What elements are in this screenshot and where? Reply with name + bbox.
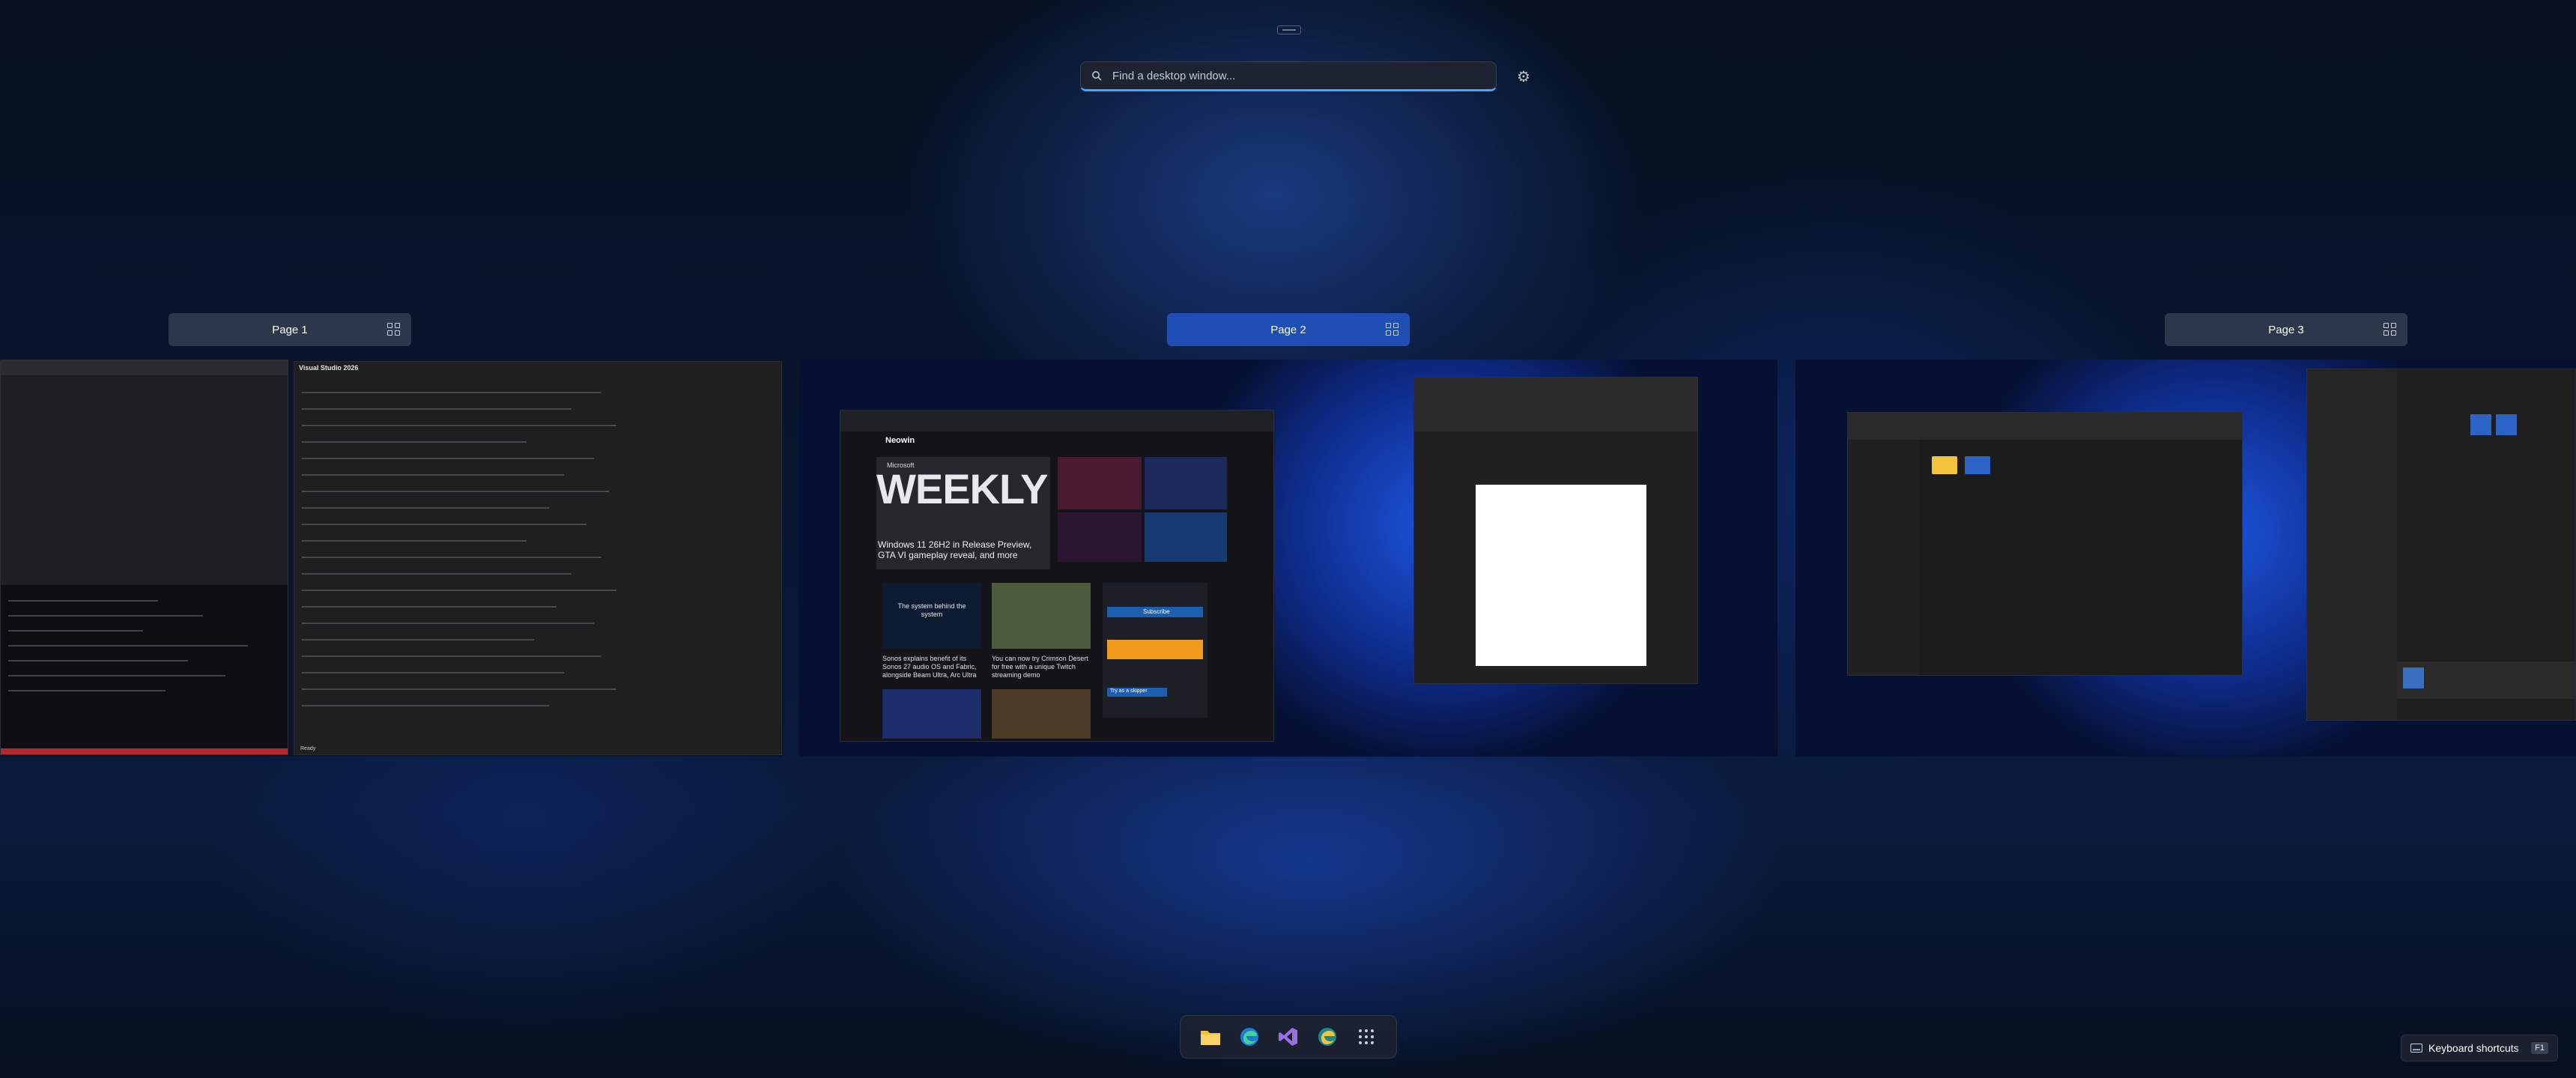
page-label: Page 1 [272,323,308,336]
subscribe-button[interactable]: Subscribe [1143,608,1170,615]
edge-canary-icon[interactable] [1315,1025,1339,1049]
banner-big: WEEKLY [876,465,1048,512]
app-grid-icon[interactable] [1354,1025,1378,1049]
visual-studio-window[interactable]: Visual Studio 2026 Ready [294,361,782,755]
page-header-1[interactable]: Page 1 [169,313,411,346]
headline[interactable]: Windows 11 26H2 in Release Preview, GTA … [878,539,1050,560]
page-label: Page 3 [2268,323,2304,336]
outlook-window[interactable] [2306,369,2576,721]
paint-window[interactable] [1413,377,1698,684]
edge-browser-window[interactable]: Neowin Microsoft WEEKLY Windows 11 26H2 … [840,410,1274,742]
visual-studio-icon[interactable] [1276,1025,1300,1049]
file-explorer-icon[interactable] [1198,1025,1222,1049]
page-label: Page 2 [1270,323,1306,336]
try-button[interactable]: Try as a skipper [1110,688,1148,694]
terminal-window[interactable] [0,360,288,755]
card2-caption[interactable]: You can now try Crimson Desert for free … [992,655,1097,679]
site-logo[interactable]: Neowin [885,436,915,445]
grid-icon[interactable] [2383,323,2397,336]
keyboard-shortcuts-button[interactable]: Keyboard shortcuts F1 [2401,1035,2558,1062]
keyboard-icon [2410,1044,2422,1053]
search-input[interactable] [1111,68,1473,83]
card1-caption[interactable]: Sonos explains benefit of its Sonos 27 a… [882,655,986,679]
grid-icon[interactable] [387,323,401,336]
app-dock [1180,1015,1397,1059]
paint-canvas[interactable] [1476,485,1646,666]
window-title: Visual Studio 2026 [299,364,359,372]
status-text: Ready [300,746,316,751]
desktop-preview-page-3[interactable] [1795,360,2576,757]
desktop-preview-page-2[interactable]: Neowin Microsoft WEEKLY Windows 11 26H2 … [799,360,1778,757]
edge-icon[interactable] [1237,1025,1261,1049]
file-explorer-window[interactable] [1847,412,2243,676]
keyboard-shortcuts-label: Keyboard shortcuts [2428,1042,2519,1054]
page-header-2[interactable]: Page 2 [1167,313,1410,346]
search-icon [1092,71,1102,81]
card1-title[interactable]: The system behind the system [890,602,974,619]
gear-icon[interactable]: ⚙ [1514,67,1533,86]
shortcut-key: F1 [2531,1042,2548,1054]
search-box[interactable] [1080,61,1497,91]
drag-handle[interactable] [1277,25,1301,34]
grid-icon[interactable] [1386,323,1399,336]
desktop-preview-page-1[interactable]: Visual Studio 2026 Ready [0,360,783,757]
page-header-3[interactable]: Page 3 [2165,313,2407,346]
